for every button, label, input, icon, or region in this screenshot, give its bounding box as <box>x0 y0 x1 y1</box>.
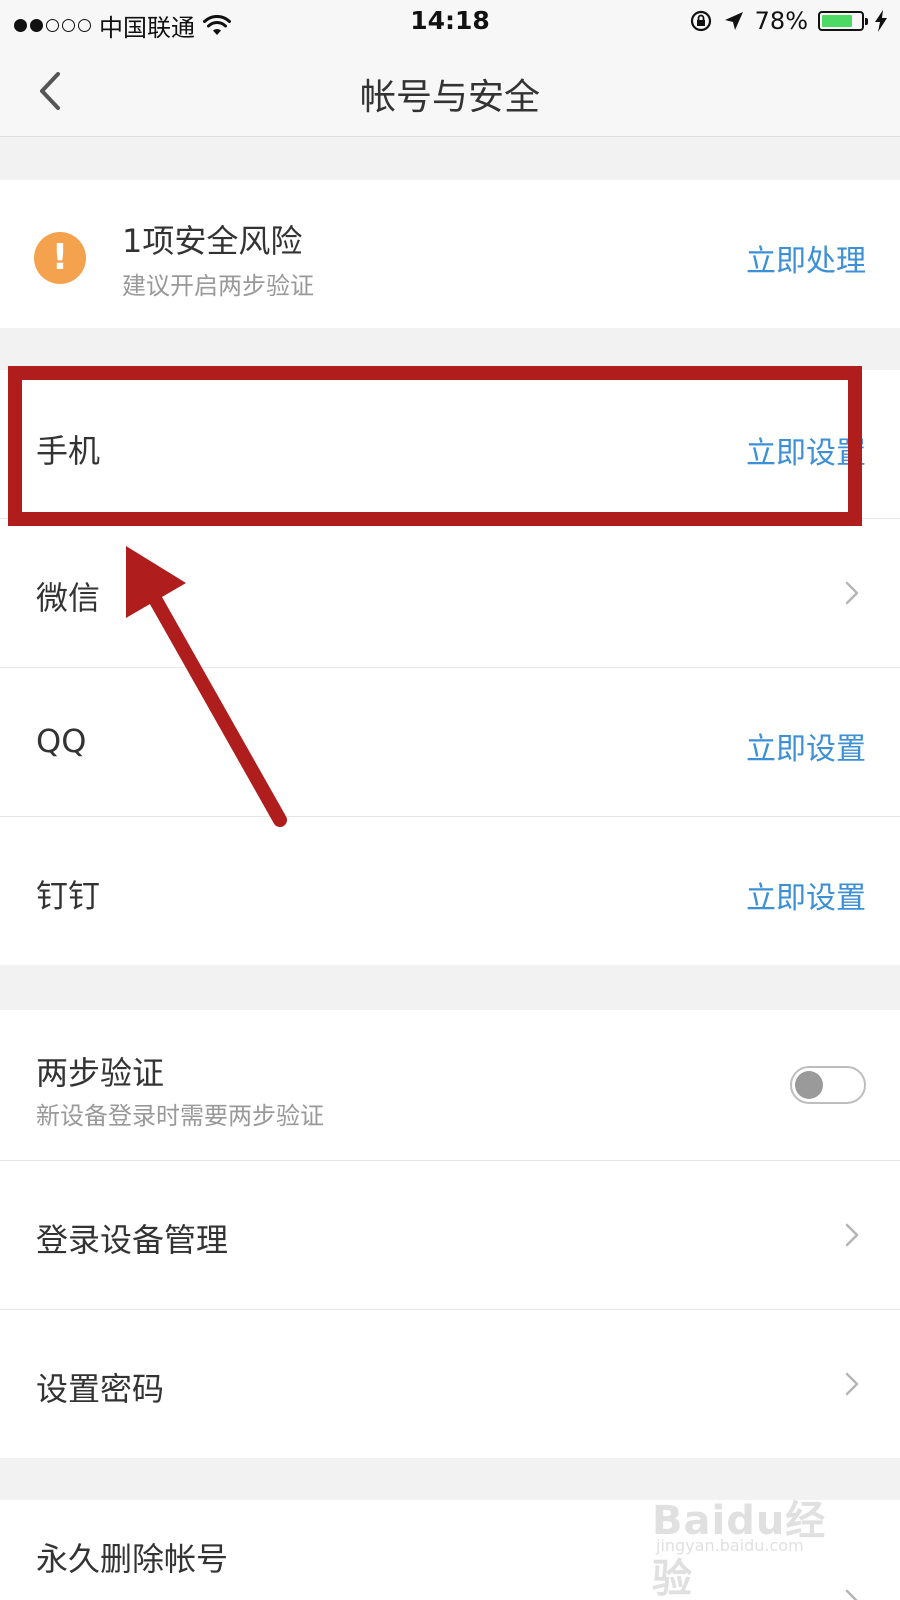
binding-row-phone[interactable]: 手机 立即设置 <box>0 370 900 518</box>
device-management-row[interactable]: 登录设备管理 <box>0 1160 900 1309</box>
danger-section: 永久删除帐号 <box>0 1500 900 1600</box>
chevron-right-icon <box>845 1372 859 1396</box>
set-now-button-dingtalk[interactable]: 立即设置 <box>746 873 866 917</box>
binding-row-dingtalk[interactable]: 钉钉 立即设置 <box>0 816 900 965</box>
charging-bolt-icon <box>875 10 887 32</box>
binding-label: 微信 <box>36 579 101 617</box>
binding-label: 钉钉 <box>36 877 101 915</box>
delete-account-row[interactable]: 永久删除帐号 <box>0 1500 900 1600</box>
binding-section: 手机 立即设置 微信 QQ 立即设置 钉钉 立即设置 <box>0 370 900 965</box>
two-step-toggle[interactable] <box>790 1066 866 1104</box>
binding-label: QQ <box>36 722 87 760</box>
location-arrow-icon <box>724 12 743 30</box>
binding-row-qq[interactable]: QQ 立即设置 <box>0 667 900 816</box>
chevron-right-icon <box>845 581 859 605</box>
risk-title: 1项安全风险 <box>122 222 303 260</box>
delete-account-label: 永久删除帐号 <box>36 1540 229 1578</box>
status-right: 78% <box>689 7 888 35</box>
chevron-right-icon <box>845 1589 858 1600</box>
status-bar: 中国联通 14:18 78% <box>0 0 900 44</box>
security-section: 两步验证 新设备登录时需要两步验证 登录设备管理 设置密码 <box>0 1010 900 1458</box>
two-step-row: 两步验证 新设备登录时需要两步验证 <box>0 1010 900 1160</box>
set-password-label: 设置密码 <box>36 1370 165 1408</box>
set-now-button-phone[interactable]: 立即设置 <box>746 428 866 472</box>
set-password-row[interactable]: 设置密码 <box>0 1309 900 1458</box>
risk-subtitle: 建议开启两步验证 <box>122 272 314 300</box>
set-now-button-qq[interactable]: 立即设置 <box>746 724 866 768</box>
battery-fill <box>822 15 852 27</box>
exclamation-icon: ! <box>34 232 86 284</box>
two-step-title: 两步验证 <box>36 1054 165 1092</box>
device-management-label: 登录设备管理 <box>36 1221 229 1259</box>
handle-now-button[interactable]: 立即处理 <box>746 236 866 280</box>
account-security-screen: 中国联通 14:18 78% 帐号与安全 ! 1项安全风险 建议开启两步验证 立… <box>0 0 900 1600</box>
battery-icon <box>818 11 868 31</box>
nav-bar: 帐号与安全 <box>0 44 900 137</box>
risk-section: ! 1项安全风险 建议开启两步验证 立即处理 <box>0 180 900 328</box>
chevron-right-icon <box>845 1223 859 1247</box>
risk-row[interactable]: ! 1项安全风险 建议开启两步验证 立即处理 <box>0 180 900 328</box>
binding-label: 手机 <box>36 432 101 470</box>
toggle-knob <box>795 1071 823 1099</box>
two-step-subtitle: 新设备登录时需要两步验证 <box>36 1102 324 1130</box>
rotation-lock-icon <box>690 10 711 32</box>
page-title: 帐号与安全 <box>359 77 540 118</box>
binding-row-wechat[interactable]: 微信 <box>0 518 900 667</box>
battery-percent: 78% <box>754 7 808 35</box>
